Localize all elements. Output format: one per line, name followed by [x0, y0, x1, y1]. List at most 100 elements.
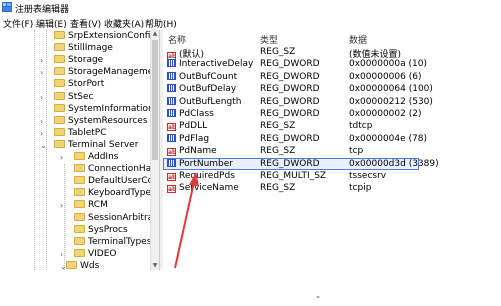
column-header-data[interactable]: 数据	[349, 33, 367, 46]
value-type: REG_MULTI_SZ	[260, 171, 327, 181]
registry-value-list: 名称 类型 数据 ab (默认) REG_SZ (数值未设置) InteractiveD…	[163, 30, 501, 270]
tree-item[interactable]: StorageManageme	[54, 67, 153, 79]
expand-chevron-icon[interactable]: ›	[40, 93, 43, 102]
scroll-up-icon[interactable]: ▲	[151, 30, 159, 38]
tree-item[interactable]: RCM	[74, 200, 108, 212]
tree-item-label: SessionArbitrati	[88, 212, 157, 223]
expand-chevron-icon[interactable]: ›	[60, 201, 63, 210]
tree-item[interactable]: Wds	[66, 260, 99, 270]
value-type: REG_SZ	[260, 121, 296, 132]
scroll-thumb[interactable]	[152, 40, 158, 160]
value-row[interactable]: OutBufDelay REG_DWORD 0x00000064 (100)	[163, 84, 501, 96]
value-data: 0x00000212 (530)	[349, 96, 433, 107]
column-header-type[interactable]: 类型	[260, 33, 278, 46]
tree-item[interactable]: SessionArbitrati	[74, 212, 157, 225]
expand-chevron-icon[interactable]: ›	[60, 153, 63, 162]
value-row[interactable]: InteractiveDelay REG_DWORD 0x0000000a (10)	[163, 59, 501, 71]
menu-file[interactable]: 文件(F)	[3, 17, 33, 30]
tree-item[interactable]: VIDEO	[74, 248, 117, 261]
tree-item[interactable]: SystemInformation	[54, 103, 154, 116]
expand-chevron-icon[interactable]: ›	[40, 68, 43, 77]
value-name-cell: ab ServiceName	[167, 183, 239, 194]
value-data: tdtcp	[349, 121, 373, 132]
value-name-cell: ab PdName	[167, 146, 217, 157]
menu-edit[interactable]: 编辑(E)	[36, 17, 67, 30]
tree-item-label: AddIns	[88, 152, 119, 162]
scroll-down-icon[interactable]: ▼	[151, 262, 159, 270]
tree-item-label: Storage	[68, 55, 104, 66]
tree-item[interactable]: KeyboardType I	[74, 188, 157, 200]
dword-value-icon	[167, 71, 176, 80]
value-name-cell: InteractiveDelay	[167, 59, 253, 69]
tree-item-label: ConnectionHanc	[88, 164, 157, 175]
column-header-name[interactable]: 名称	[168, 33, 186, 46]
dword-value-icon	[167, 84, 176, 93]
value-name-cell: OutBufLength	[167, 96, 242, 107]
value-data: (数值未设置)	[349, 50, 402, 60]
tree-item[interactable]: StSec	[54, 91, 93, 104]
value-name: PdClass	[179, 109, 214, 119]
folder-icon	[66, 260, 77, 269]
expand-chevron-icon[interactable]: ›	[60, 250, 63, 259]
tree-item[interactable]: SysProcs	[74, 224, 128, 237]
folder-icon	[74, 188, 85, 197]
folder-icon	[74, 236, 85, 245]
collapse-chevron-icon[interactable]: ⌄	[40, 141, 47, 150]
value-row[interactable]: ab PdName REG_SZ tcp	[163, 146, 501, 158]
folder-icon	[54, 31, 65, 39]
value-data: 0x00000002 (2)	[349, 109, 422, 119]
dword-value-icon	[167, 133, 176, 142]
tree-item[interactable]: AddIns	[74, 152, 118, 164]
value-type: REG_DWORD	[260, 109, 320, 119]
value-type: REG_DWORD	[260, 158, 320, 169]
value-type: REG_DWORD	[260, 71, 320, 82]
folder-icon	[74, 152, 85, 160]
value-data: 0x0000000a (10)	[349, 59, 427, 70]
tree-item[interactable]: StillImage	[54, 43, 113, 55]
menu-favorites[interactable]: 收藏夹(A)	[104, 17, 144, 30]
tree-item[interactable]: TerminalTypes	[74, 236, 151, 249]
value-data: 0x00000d3d (3389)	[349, 158, 439, 169]
folder-icon	[54, 139, 65, 148]
tree-item[interactable]: Storage	[54, 55, 103, 67]
value-row[interactable]: PortNumber REG_DWORD 0x00000d3d (3389)	[163, 158, 501, 171]
value-name: OutBufLength	[179, 96, 242, 107]
folder-icon	[74, 224, 85, 233]
tree-item[interactable]: TabletPC	[54, 127, 107, 140]
expand-chevron-icon[interactable]: ›	[40, 129, 43, 138]
value-name: PdFlag	[179, 133, 210, 144]
value-row[interactable]: ab PdDLL REG_SZ tdtcp	[163, 121, 501, 133]
expand-chevron-icon[interactable]: ›	[40, 117, 43, 126]
menu-help[interactable]: 帮助(H)	[145, 17, 177, 30]
value-row[interactable]: OutBufCount REG_DWORD 0x00000006 (6)	[163, 71, 501, 84]
value-row[interactable]: PdFlag REG_DWORD 0x0000004e (78)	[163, 133, 501, 146]
value-name-cell: ab RequiredPds	[167, 171, 235, 181]
value-name-cell: PdFlag	[167, 133, 210, 144]
value-row[interactable]: PdClass REG_DWORD 0x00000002 (2)	[163, 109, 501, 121]
dword-value-icon	[167, 96, 176, 105]
tree-item[interactable]: ConnectionHanc	[74, 164, 157, 176]
expand-chevron-icon[interactable]: ›	[40, 56, 43, 65]
value-name: RequiredPds	[179, 171, 235, 181]
tree-item[interactable]: Terminal Server	[54, 139, 138, 152]
tree-item[interactable]: StorPort	[54, 79, 104, 91]
folder-icon	[74, 176, 85, 185]
tree-guide-line	[34, 30, 35, 270]
value-row[interactable]: OutBufLength REG_DWORD 0x00000212 (530)	[163, 96, 501, 109]
tree-item-label: StillImage	[68, 43, 113, 54]
value-row[interactable]: ab ServiceName REG_SZ tcpip	[163, 183, 501, 195]
value-data: tcpip	[349, 183, 372, 194]
menu-view[interactable]: 查看(V)	[70, 17, 101, 30]
string-value-icon: ab	[167, 148, 177, 157]
tree-scrollbar[interactable]: ▲ ▼	[150, 30, 159, 270]
value-row[interactable]: ab (默认) REG_SZ (数值未设置)	[163, 47, 501, 60]
tree-item[interactable]: SystemResources	[54, 115, 148, 128]
tree-item-label: SysProcs	[88, 224, 128, 235]
folder-icon	[74, 200, 85, 209]
tree-item[interactable]: DefaultUserCon	[74, 176, 157, 188]
value-row[interactable]: ab RequiredPds REG_MULTI_SZ tssecsrv	[163, 171, 501, 183]
dword-value-icon	[167, 158, 176, 167]
value-data: tcp	[349, 146, 364, 157]
tree-item-label: SystemInformation	[68, 103, 154, 114]
tree-item[interactable]: SrpExtensionConfig	[54, 31, 156, 43]
